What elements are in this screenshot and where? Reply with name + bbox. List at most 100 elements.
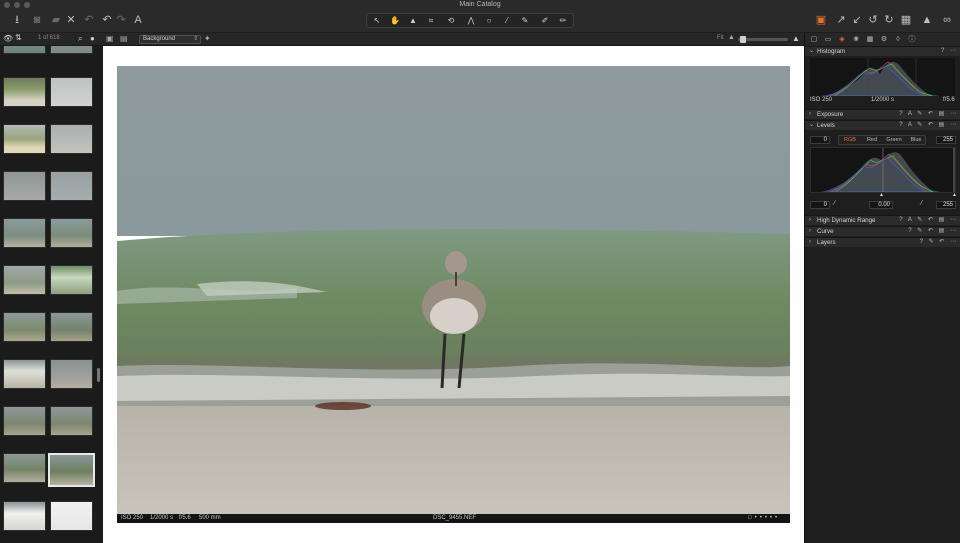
filmstrip-scrollbar[interactable] [97,368,100,382]
channel-tab-rgb[interactable]: RGB [839,137,861,144]
thumbnail[interactable] [3,453,46,483]
tab-color-icon[interactable]: ❀ [851,35,861,44]
pan-tool-icon[interactable]: ✋ [387,15,403,27]
tab-adjust-icon[interactable]: ◈ [837,35,847,44]
black-eyedropper-icon[interactable]: ⁄ [834,200,835,207]
thumbnail[interactable] [3,218,46,248]
levels-input-high[interactable]: 255 [936,136,956,144]
thumbnail[interactable] [3,406,46,436]
info-dots-icon[interactable]: □••••• [748,514,780,523]
grid-icon[interactable]: ▦ [899,13,913,28]
text-icon[interactable]: A [131,13,145,28]
section-menu-icons[interactable]: ? A ✎ ↶ ▤ ⋯ [899,110,958,119]
thumbnail[interactable] [50,77,93,107]
redo-icon[interactable]: ↷ [114,13,128,28]
keystone-tool-icon[interactable]: ⋀ [463,15,479,27]
thumbnail[interactable] [3,77,46,107]
thumbnail[interactable] [3,124,46,154]
levels-midpoint-value[interactable]: 0.00 [869,201,893,209]
warning-icon[interactable]: ▲ [920,13,934,28]
undo-icon[interactable]: ↶ [100,13,114,28]
rotate-right-icon[interactable]: ↻ [882,13,896,28]
grid-view-icon[interactable]: ▣ [106,34,114,43]
levels-midpoint-handle[interactable]: ▲ [879,192,884,198]
rotate-back-icon[interactable]: ↶ [82,13,96,28]
tab-metadata-icon[interactable]: ◊ [893,35,903,44]
layers-icon[interactable]: ▣ [814,13,828,28]
user-icon[interactable]: ● [90,34,95,43]
tab-capture-icon[interactable]: ▭ [823,35,833,44]
main-photo[interactable] [117,66,790,514]
background-select[interactable]: Background ⇕ [139,35,201,44]
levels-output-high[interactable]: 255 [936,201,956,209]
loupe-tool-icon[interactable]: ▲ [405,15,421,27]
thumbnail[interactable] [50,218,93,248]
layers-header[interactable]: › Layers ? ✎ ↶ ⋯ [805,237,960,247]
section-menu-icons[interactable]: ? ⋯ [941,47,958,56]
compress-icon[interactable]: ↙ [850,13,864,28]
heal-tool-icon[interactable]: ✐ [537,15,553,27]
eye-icon[interactable]: 👁 [3,34,13,43]
levels-header[interactable]: ⌄ Levels ? A ✎ ↶ ▤ ⋯ [805,120,960,130]
section-menu-icons[interactable]: ? ✎ ↶ ▤ ⋯ [908,227,958,236]
thumbnail[interactable] [3,312,46,342]
section-menu-icons[interactable]: ? ✎ ↶ ⋯ [920,238,958,247]
levels-high-handle[interactable]: ▲ [952,192,957,198]
thumbnail[interactable] [50,359,93,389]
thumbnail-selected[interactable] [48,453,95,487]
sort-icon[interactable]: ⇅ [15,33,22,42]
channel-tab-red[interactable]: Red [861,137,883,144]
tab-settings-icon[interactable]: ⚙ [879,35,889,44]
person-icon[interactable]: ▲ [792,34,800,43]
select-tool-icon[interactable]: ↖ [369,15,385,27]
thumbnail[interactable] [50,312,93,342]
thumbnail[interactable] [50,171,93,201]
thumbnail[interactable] [50,501,93,531]
tab-info-icon[interactable]: ⓘ [907,35,917,44]
info-shutter: 1/2000 s [150,515,174,521]
hdr-header[interactable]: › High Dynamic Range ? A ✎ ↶ ▤ ⋯ [805,215,960,225]
camera-icon[interactable]: ◙ [30,13,44,28]
channel-tab-green[interactable]: Green [883,137,905,144]
annotate-tool-icon[interactable]: ✏ [555,15,571,27]
thumbnail[interactable] [50,124,93,154]
rotate-tool-icon[interactable]: ⟲ [443,15,459,27]
expand-icon[interactable]: ↗ [834,13,848,28]
exposure-header[interactable]: › Exposure ? A ✎ ↶ ▤ ⋯ [805,109,960,119]
proof-icon[interactable]: ✦ [204,34,211,43]
search-icon[interactable]: ⌕ [78,34,82,44]
thumbnail[interactable] [3,265,46,295]
levels-input-low[interactable]: 0 [810,136,830,144]
rotate-left-icon[interactable]: ↺ [866,13,880,28]
chevron-down-icon: ⌄ [809,122,815,128]
brush-tool-icon[interactable]: ✎ [517,15,533,27]
thumbnail[interactable] [3,359,46,389]
white-eyedropper-icon[interactable]: ⁄ [921,200,922,207]
thumbnail[interactable] [50,46,93,54]
levels-output-low[interactable]: 0 [810,201,830,209]
channel-tab-blue[interactable]: Blue [905,137,927,144]
tab-library-icon[interactable]: ▢ [809,35,819,44]
curve-header[interactable]: › Curve ? ✎ ↶ ▤ ⋯ [805,226,960,236]
thumbnail[interactable] [50,406,93,436]
histogram-iso: ISO 250 [810,97,833,103]
thumbnail[interactable] [3,501,46,531]
zoom-slider-handle[interactable] [740,36,746,43]
picker-tool-icon[interactable]: ⁄ [499,15,515,27]
folder-icon[interactable]: ▰ [49,13,63,28]
crop-tool-icon[interactable]: ⌗ [423,15,439,27]
compare-view-icon[interactable]: ▤ [120,34,128,43]
thumbnail[interactable] [50,265,93,295]
thumbnail[interactable] [3,171,46,201]
levels-graph[interactable] [810,147,956,193]
zoom-slider[interactable] [738,36,788,43]
import-icon[interactable]: ⭳ [10,13,24,28]
histogram-header[interactable]: ⌄ Histogram ? ⋯ [805,46,960,56]
thumbnail[interactable] [3,46,46,54]
glasses-icon[interactable]: ∞ [938,13,956,28]
shape-tool-icon[interactable]: ○ [481,15,497,27]
section-menu-icons[interactable]: ? A ✎ ↶ ▤ ⋯ [899,121,958,130]
tab-details-icon[interactable]: ▦ [865,35,875,44]
close-icon[interactable]: ✕ [64,13,78,28]
section-menu-icons[interactable]: ? A ✎ ↶ ▤ ⋯ [899,216,958,225]
